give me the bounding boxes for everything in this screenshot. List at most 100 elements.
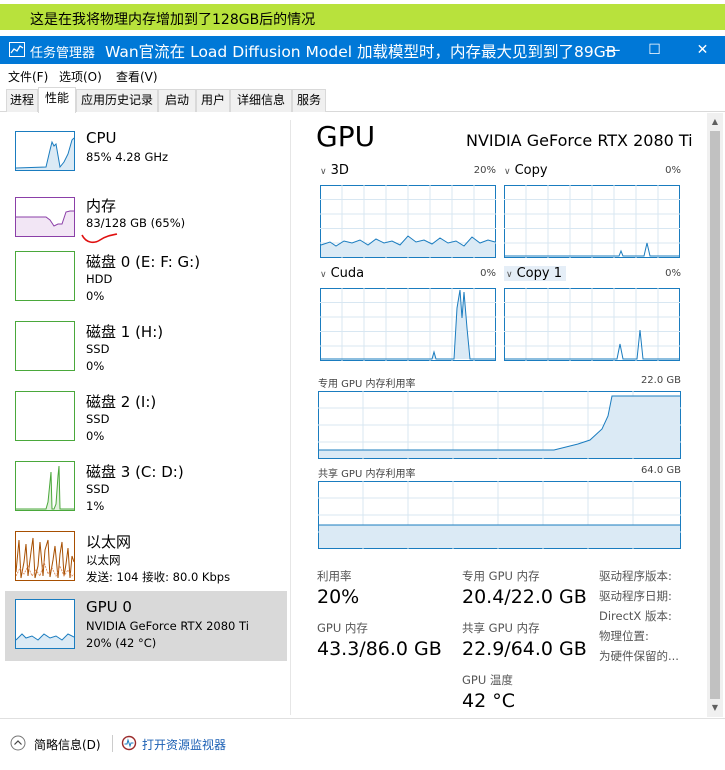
brief-info-link[interactable]: 简略信息(D)	[34, 736, 101, 753]
resource-usage: 0%	[86, 359, 105, 373]
engine-percent: 20%	[473, 165, 496, 176]
resource-name: 内存	[86, 197, 117, 215]
engine-name: 3D	[330, 163, 349, 178]
gpu-memory-value: 43.3/86.0 GB	[317, 638, 442, 660]
title-overlay-note: Wan官流在 Load Diffusion Model 加载模型时，内存最大见到…	[105, 43, 617, 61]
shared-gpu-memory-label: 共享 GPU 内存	[462, 621, 540, 635]
engine-graph-cuda	[320, 288, 496, 361]
resource-detail: 85% 4.28 GHz	[86, 150, 169, 164]
resource-model: NVIDIA GeForce RTX 2080 Ti	[86, 619, 249, 633]
resource-type: SSD	[86, 482, 110, 496]
disk-1-thumbnail-graph	[15, 321, 75, 371]
resource-gpu-0[interactable]: GPU 0 NVIDIA GeForce RTX 2080 Ti 20% (42…	[5, 591, 287, 661]
chevron-down-icon: ∨	[320, 270, 327, 280]
chevron-down-icon: ∨	[506, 270, 513, 280]
utilization-label: 利用率	[317, 569, 352, 583]
engine-percent: 0%	[665, 268, 681, 279]
resource-disk-1[interactable]: 磁盘 1 (H:) SSD 0%	[5, 317, 287, 383]
engine-selector-copy[interactable]: ∨ Copy	[504, 163, 548, 178]
menu-bar: 文件(F) 选项(O) 查看(V)	[0, 64, 725, 86]
collapse-chevron-icon[interactable]	[10, 735, 26, 751]
resource-cpu[interactable]: CPU 85% 4.28 GHz	[5, 125, 287, 191]
open-resource-monitor-link[interactable]: 打开资源监视器	[142, 736, 226, 753]
scrollbar-thumb[interactable]	[710, 131, 720, 699]
engine-name: Copy	[514, 163, 548, 178]
minimize-button[interactable]: —	[590, 36, 635, 64]
footer-separator	[112, 735, 113, 752]
shared-memory-label: 共享 GPU 内存利用率	[318, 469, 416, 480]
dedicated-gpu-memory-label: 专用 GPU 内存	[462, 569, 540, 583]
gpu-model-name: NVIDIA GeForce RTX 2080 Ti	[466, 131, 693, 150]
tab-details[interactable]: 详细信息	[230, 89, 292, 112]
disk-0-thumbnail-graph	[15, 251, 75, 301]
engine-selector-3d[interactable]: ∨ 3D	[320, 163, 349, 178]
window-title: 任务管理器	[30, 46, 96, 61]
resource-name: GPU 0	[86, 598, 132, 616]
engine-selector-cuda[interactable]: ∨ Cuda	[320, 266, 364, 281]
engine-graph-copy	[504, 185, 680, 258]
task-manager-icon	[9, 42, 25, 57]
resource-usage: 0%	[86, 289, 105, 303]
tab-strip: 进程 性能 应用历史记录 启动 用户 详细信息 服务	[0, 86, 725, 113]
resource-list: CPU 85% 4.28 GHz 内存 83/128 GB (65%) 磁盘 0…	[0, 113, 290, 715]
cpu-thumbnail-graph	[15, 131, 75, 171]
resource-disk-2[interactable]: 磁盘 2 (I:) SSD 0%	[5, 387, 287, 453]
annotation-banner-text: 这是在我将物理内存增加到了128GB后的情况	[30, 12, 316, 28]
menu-file[interactable]: 文件(F)	[8, 68, 48, 85]
resource-name: 磁盘 2 (I:)	[86, 393, 157, 411]
resource-throughput: 发送: 104 接收: 80.0 Kbps	[86, 570, 231, 584]
resource-type: SSD	[86, 342, 110, 356]
annotation-banner: 这是在我将物理内存增加到了128GB后的情况	[0, 0, 725, 36]
resource-name: 以太网	[86, 533, 132, 551]
resource-type: HDD	[86, 272, 113, 286]
footer-bar: 简略信息(D) 打开资源监视器	[0, 718, 725, 770]
resource-monitor-icon[interactable]	[121, 735, 137, 751]
chevron-down-icon: ∨	[320, 167, 327, 177]
resource-adapter: 以太网	[86, 553, 121, 567]
pane-divider	[290, 120, 291, 715]
resource-disk-0[interactable]: 磁盘 0 (E: F: G:) HDD 0%	[5, 247, 287, 313]
tab-startup[interactable]: 启动	[158, 89, 196, 112]
engine-graph-copy-1	[504, 288, 680, 361]
resource-disk-3[interactable]: 磁盘 3 (C: D:) SSD 1%	[5, 457, 287, 523]
close-button[interactable]: ✕	[680, 36, 725, 64]
dedicated-gpu-memory-value: 20.4/22.0 GB	[462, 586, 587, 608]
maximize-button[interactable]: ☐	[632, 36, 677, 64]
gpu-temperature-value: 42 °C	[462, 690, 515, 712]
hardware-reserved-label: 为硬件保留的...	[599, 649, 679, 663]
driver-version-label: 驱动程序版本:	[599, 569, 672, 583]
scroll-up-arrow-icon[interactable]: ▲	[707, 117, 723, 126]
shared-memory-graph	[318, 481, 681, 549]
memory-thumbnail-graph	[15, 197, 75, 237]
ethernet-thumbnail-graph	[15, 531, 75, 581]
shared-gpu-memory-value: 22.9/64.0 GB	[462, 638, 587, 660]
engine-percent: 0%	[480, 268, 496, 279]
vertical-scrollbar[interactable]: ▲ ▼	[707, 113, 723, 717]
dedicated-memory-max: 22.0 GB	[640, 375, 681, 386]
resource-ethernet[interactable]: 以太网 以太网 发送: 104 接收: 80.0 Kbps	[5, 527, 287, 593]
tab-performance[interactable]: 性能	[38, 87, 76, 113]
tab-processes[interactable]: 进程	[6, 89, 38, 112]
engine-selector-copy-1[interactable]: ∨ Copy 1	[504, 266, 566, 281]
resource-name: CPU	[86, 129, 117, 147]
gpu-thumbnail-graph	[15, 599, 75, 649]
resource-name: 磁盘 3 (C: D:)	[86, 463, 184, 481]
resource-usage: 20% (42 °C)	[86, 636, 157, 650]
tab-users[interactable]: 用户	[196, 89, 230, 112]
gpu-memory-label: GPU 内存	[317, 621, 368, 635]
menu-view[interactable]: 查看(V)	[116, 68, 158, 85]
disk-3-thumbnail-graph	[15, 461, 75, 511]
chevron-down-icon: ∨	[504, 167, 511, 177]
resource-type: SSD	[86, 412, 110, 426]
scroll-down-arrow-icon[interactable]: ▼	[707, 703, 723, 712]
tab-app-history[interactable]: 应用历史记录	[76, 89, 158, 112]
dedicated-memory-label: 专用 GPU 内存利用率	[318, 379, 416, 390]
shared-memory-max: 64.0 GB	[640, 465, 681, 476]
resource-name: 磁盘 1 (H:)	[86, 323, 164, 341]
menu-options[interactable]: 选项(O)	[59, 68, 102, 85]
resource-usage: 0%	[86, 429, 105, 443]
tab-services[interactable]: 服务	[292, 89, 326, 112]
red-underline-annotation	[81, 233, 118, 244]
engine-name: Copy 1	[516, 266, 562, 281]
resource-name: 磁盘 0 (E: F: G:)	[86, 253, 201, 271]
